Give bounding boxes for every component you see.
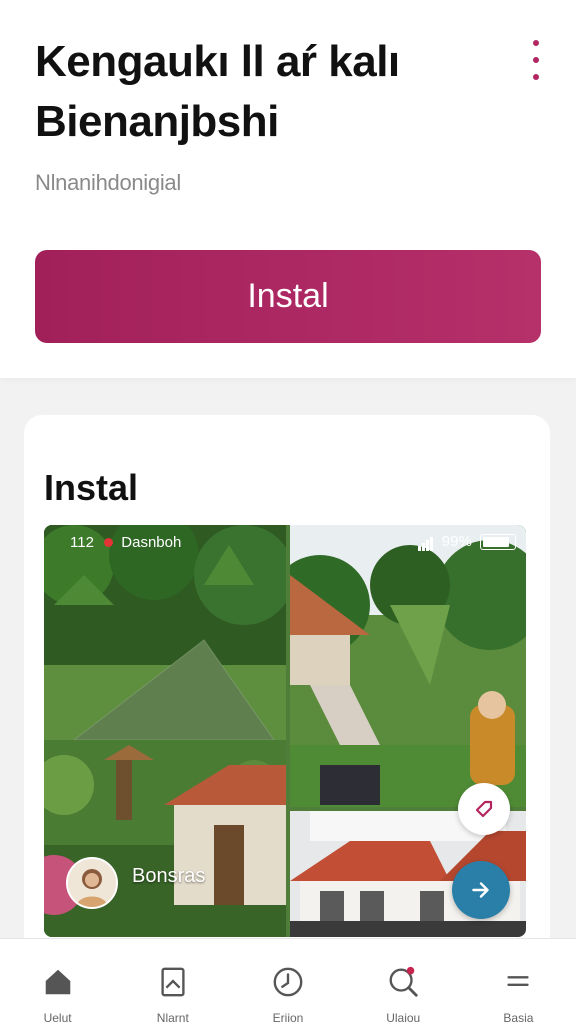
app-title-line1: Kengaukı ll aŕ kalı: [35, 37, 400, 86]
nav-label-home: Uelut: [43, 1011, 72, 1025]
avatar[interactable]: [66, 857, 118, 909]
nav-label-history: Eriion: [272, 1011, 304, 1025]
phone-status-bar: 112 Dasnboh 99%: [44, 525, 526, 559]
tag-icon: [475, 800, 493, 818]
search-icon: [389, 966, 418, 997]
nav-item-search[interactable]: Ulaiou: [346, 939, 461, 1025]
bookmark-icon: [161, 967, 185, 997]
nav-item-menu[interactable]: Basia: [461, 939, 576, 1025]
status-carrier: Dasnboh: [121, 533, 182, 551]
nav-item-history[interactable]: Eriion: [230, 939, 345, 1025]
bottom-nav: Uelut Nlarnt Eriion Ulaiou Basia: [0, 938, 576, 1025]
arrow-right-icon: [472, 882, 489, 898]
battery-icon: [480, 534, 516, 551]
screenshot-pavilion[interactable]: [290, 525, 526, 807]
notification-dot-icon: [104, 538, 114, 548]
person-icon: [68, 859, 116, 907]
nav-label-bookmark: Nlarnt: [156, 1011, 189, 1025]
nav-label-search: Ulaiou: [386, 1011, 421, 1025]
signal-icon: [417, 534, 434, 551]
more-options-icon[interactable]: [524, 40, 548, 80]
nav-item-bookmark[interactable]: Nlarnt: [115, 939, 230, 1025]
screenshot-gallery[interactable]: 112 Dasnboh 99% Bonsras: [44, 525, 526, 937]
install-button[interactable]: Instal: [35, 250, 541, 343]
app-title: Kengaukı ll aŕ kalı Bienanjbshi: [35, 32, 495, 152]
card-title: Instal: [44, 467, 139, 508]
edit-button[interactable]: [458, 783, 510, 835]
menu-icon: [507, 976, 530, 987]
nav-label-menu: Basia: [503, 1011, 534, 1025]
status-time: 112: [70, 533, 94, 551]
clock-icon: [273, 967, 303, 997]
status-battery-text: 99%: [441, 533, 472, 551]
preview-card: Instal 112 Dasnboh 99% Bonsras: [24, 415, 550, 1024]
nav-item-home[interactable]: Uelut: [0, 939, 115, 1025]
next-button[interactable]: [452, 861, 510, 919]
developer-name[interactable]: Nlnanihdonigial: [35, 170, 181, 196]
app-header: Kengaukı ll aŕ kalı Bienanjbshi Nlnanihd…: [0, 0, 576, 378]
home-icon: [45, 969, 70, 995]
app-title-line2: Bienanjbshi: [35, 97, 279, 146]
gallery-caption: Bonsras: [132, 865, 206, 887]
pavilion-illustration: [290, 525, 526, 807]
